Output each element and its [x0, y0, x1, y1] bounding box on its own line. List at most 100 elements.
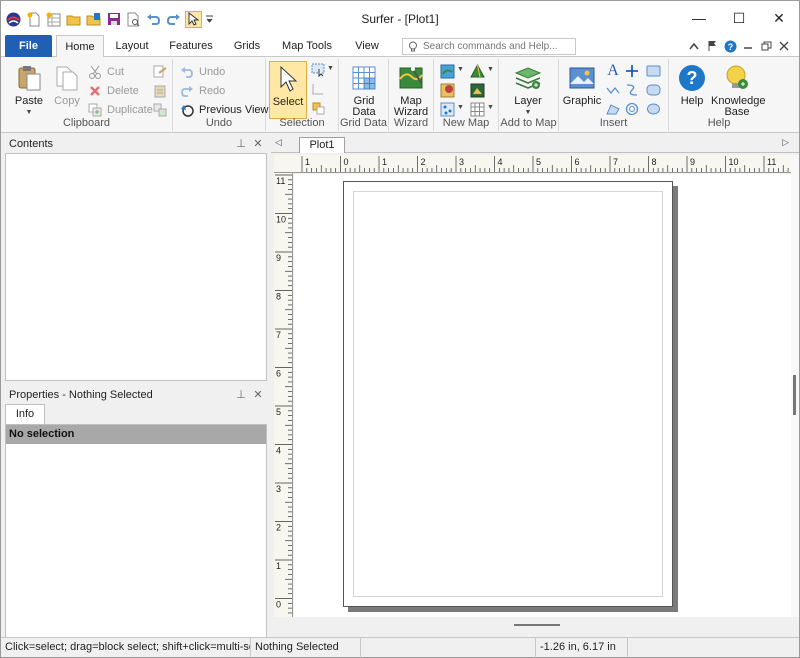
- polygon-tool-icon[interactable]: [604, 100, 622, 118]
- delete-button[interactable]: Delete: [87, 82, 139, 100]
- select-icon[interactable]: [185, 10, 202, 28]
- search-input[interactable]: [423, 41, 573, 52]
- redo-icon[interactable]: [165, 11, 182, 28]
- contents-pin-icon[interactable]: ⊥: [235, 137, 247, 151]
- add-to-map-group-label: Add to Map: [500, 117, 557, 129]
- layer-button[interactable]: Layer ▼: [509, 61, 547, 117]
- close-doc-icon[interactable]: [777, 38, 791, 54]
- ellipse-tool-icon[interactable]: [644, 100, 662, 118]
- tab-file[interactable]: File: [5, 35, 52, 57]
- graphic-label: Graphic: [562, 95, 602, 107]
- rectangle-tool-icon[interactable]: [644, 62, 662, 80]
- paste-button[interactable]: Paste ▼: [10, 61, 48, 117]
- arrange-icon[interactable]: [309, 99, 327, 117]
- rounded-rectangle-tool-icon[interactable]: [644, 81, 662, 99]
- grid-map-dropdown-icon[interactable]: ▼: [487, 104, 494, 111]
- horizontal-scroll-thumb[interactable]: [514, 624, 560, 626]
- cut-button[interactable]: Cut: [87, 63, 124, 81]
- vertical-scrollbar[interactable]: [791, 155, 799, 617]
- plot-page[interactable]: [343, 181, 673, 607]
- post-dropdown-icon[interactable]: ▼: [457, 104, 464, 111]
- grid-data-button[interactable]: Grid Data: [345, 61, 383, 118]
- new-worksheet-icon[interactable]: [45, 11, 62, 28]
- contents-tree[interactable]: [5, 153, 267, 381]
- polyline-tool-icon[interactable]: [604, 81, 622, 99]
- graphic-button[interactable]: Graphic: [562, 61, 602, 117]
- help-icon[interactable]: ?: [723, 38, 737, 54]
- surfer-logo-icon[interactable]: [5, 11, 22, 28]
- flag-icon[interactable]: [705, 38, 719, 54]
- tab-grids[interactable]: Grids: [227, 35, 267, 57]
- symbol-tool-icon[interactable]: [623, 100, 641, 118]
- tab-layout[interactable]: Layout: [109, 35, 155, 57]
- layer-icon: [513, 63, 543, 93]
- properties-panel-title: Properties - Nothing Selected ⊥ ✕: [5, 386, 267, 404]
- horizontal-scrollbar[interactable]: [274, 617, 791, 635]
- redo-label: Redo: [199, 85, 226, 97]
- restore-doc-icon[interactable]: [759, 38, 773, 54]
- print-preview-icon[interactable]: [125, 11, 142, 28]
- tab-plot1[interactable]: Plot1: [299, 137, 345, 153]
- layer-label: Layer: [514, 95, 542, 107]
- block-select-dropdown-icon[interactable]: ▼: [327, 65, 334, 72]
- minimize-doc-icon[interactable]: [741, 38, 755, 54]
- contour-map-icon[interactable]: [438, 62, 456, 80]
- tab-info[interactable]: Info: [5, 404, 45, 424]
- undo-icon[interactable]: [145, 11, 162, 28]
- block-select-icon[interactable]: [309, 61, 327, 79]
- ruler-v-label: 7: [276, 330, 281, 340]
- select-button[interactable]: Select: [269, 61, 307, 119]
- color-relief-icon[interactable]: [438, 81, 456, 99]
- contour-dropdown-icon[interactable]: ▼: [457, 66, 464, 73]
- new-icon[interactable]: [25, 11, 42, 28]
- close-button[interactable]: ✕: [759, 1, 799, 35]
- open-icon[interactable]: [65, 11, 82, 28]
- save-icon[interactable]: [105, 11, 122, 28]
- open-file-icon[interactable]: [85, 11, 102, 28]
- paste-format-icon[interactable]: [151, 82, 169, 100]
- contents-title-text: Contents: [9, 138, 54, 150]
- grid-data-group: Grid Data Grid Data: [339, 59, 389, 131]
- copy-button[interactable]: Copy: [48, 61, 86, 117]
- tab-scroll-right-icon[interactable]: ▷: [782, 137, 789, 148]
- properties-pin-icon[interactable]: ⊥: [235, 388, 247, 402]
- spline-tool-icon[interactable]: [623, 81, 641, 99]
- minimize-button[interactable]: —: [679, 1, 719, 35]
- contents-close-icon[interactable]: ✕: [252, 137, 264, 151]
- previous-view-label: Previous View: [199, 104, 269, 116]
- svg-text:?: ?: [727, 42, 733, 52]
- shaded-relief-icon[interactable]: [468, 81, 486, 99]
- map-wizard-button[interactable]: Map Wizard: [392, 61, 430, 118]
- redo-button[interactable]: Redo: [179, 82, 225, 100]
- duplicate-icon: [87, 102, 103, 118]
- collapse-ribbon-icon[interactable]: [687, 38, 701, 54]
- ruler-h-label: 5: [536, 157, 541, 167]
- customize-dropdown-icon[interactable]: [205, 11, 213, 28]
- maximize-button[interactable]: ☐: [719, 1, 759, 35]
- 3d-surface-icon[interactable]: [468, 62, 486, 80]
- knowledge-base-button[interactable]: Knowledge Base: [711, 61, 765, 118]
- properties-close-icon[interactable]: ✕: [252, 388, 264, 402]
- grid-map-icon[interactable]: [468, 100, 486, 118]
- text-tool-icon[interactable]: A: [604, 62, 622, 80]
- plot-canvas[interactable]: [294, 174, 791, 617]
- point-tool-icon[interactable]: [623, 62, 641, 80]
- tab-home[interactable]: Home: [56, 35, 104, 58]
- vertical-scroll-thumb[interactable]: [793, 375, 796, 415]
- help-button[interactable]: ? Help: [673, 61, 711, 117]
- reshape-icon[interactable]: [309, 80, 327, 98]
- undo-button[interactable]: Undo: [179, 63, 225, 81]
- tab-scroll-left-icon[interactable]: ◁: [275, 137, 282, 148]
- 3d-dropdown-icon[interactable]: ▼: [487, 66, 494, 73]
- ruler-v-label: 4: [276, 446, 281, 456]
- tab-features[interactable]: Features: [164, 35, 218, 57]
- ribbon: Paste ▼ Copy Cut Delete Duplicate Clipbo…: [1, 57, 799, 133]
- format-painter-icon[interactable]: [151, 63, 169, 81]
- copy-icon: [52, 63, 82, 93]
- pointer-icon: [273, 64, 303, 94]
- tab-map-tools[interactable]: Map Tools: [277, 35, 337, 57]
- delete-label: Delete: [107, 85, 139, 97]
- help-group: ? Help Knowledge Base Help: [669, 59, 769, 131]
- tab-view[interactable]: View: [347, 35, 387, 57]
- post-map-icon[interactable]: [438, 100, 456, 118]
